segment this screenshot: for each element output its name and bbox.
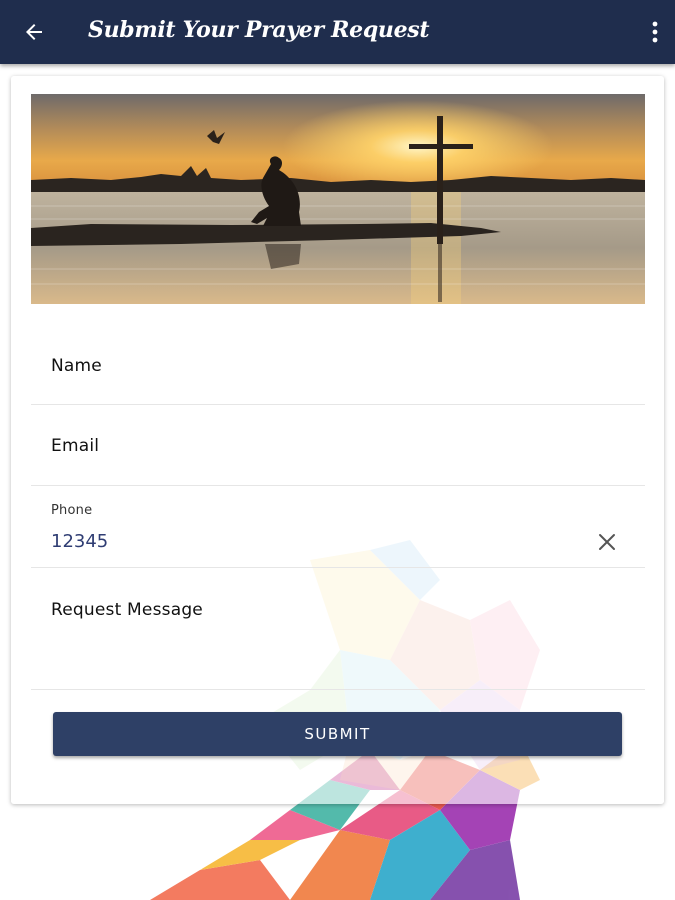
page-title: Submit Your Prayer Request (88, 17, 430, 43)
close-icon (599, 534, 615, 550)
email-field[interactable]: Email (31, 405, 645, 486)
phone-field-label: Phone (51, 503, 93, 518)
back-button[interactable] (14, 12, 54, 52)
banner-image (31, 94, 645, 304)
prayer-request-card: Name Email Phone 12345 Request Message S… (11, 76, 664, 804)
phone-field[interactable]: Phone 12345 (31, 486, 645, 568)
submit-button[interactable]: SUBMIT (53, 712, 622, 756)
more-vertical-icon (652, 21, 658, 43)
phone-field-value[interactable]: 12345 (51, 531, 108, 552)
clear-phone-button[interactable] (595, 530, 619, 554)
request-message-field[interactable]: Request Message (31, 568, 645, 690)
name-field[interactable]: Name (31, 326, 645, 405)
request-message-field-label: Request Message (51, 600, 203, 620)
app-bar: Submit Your Prayer Request (0, 0, 675, 64)
app-screen: Submit Your Prayer Request Name Email Ph… (0, 0, 675, 900)
overflow-menu-button[interactable] (645, 14, 665, 50)
email-field-label: Email (51, 436, 100, 456)
arrow-left-icon (26, 24, 42, 40)
name-field-label: Name (51, 356, 102, 376)
